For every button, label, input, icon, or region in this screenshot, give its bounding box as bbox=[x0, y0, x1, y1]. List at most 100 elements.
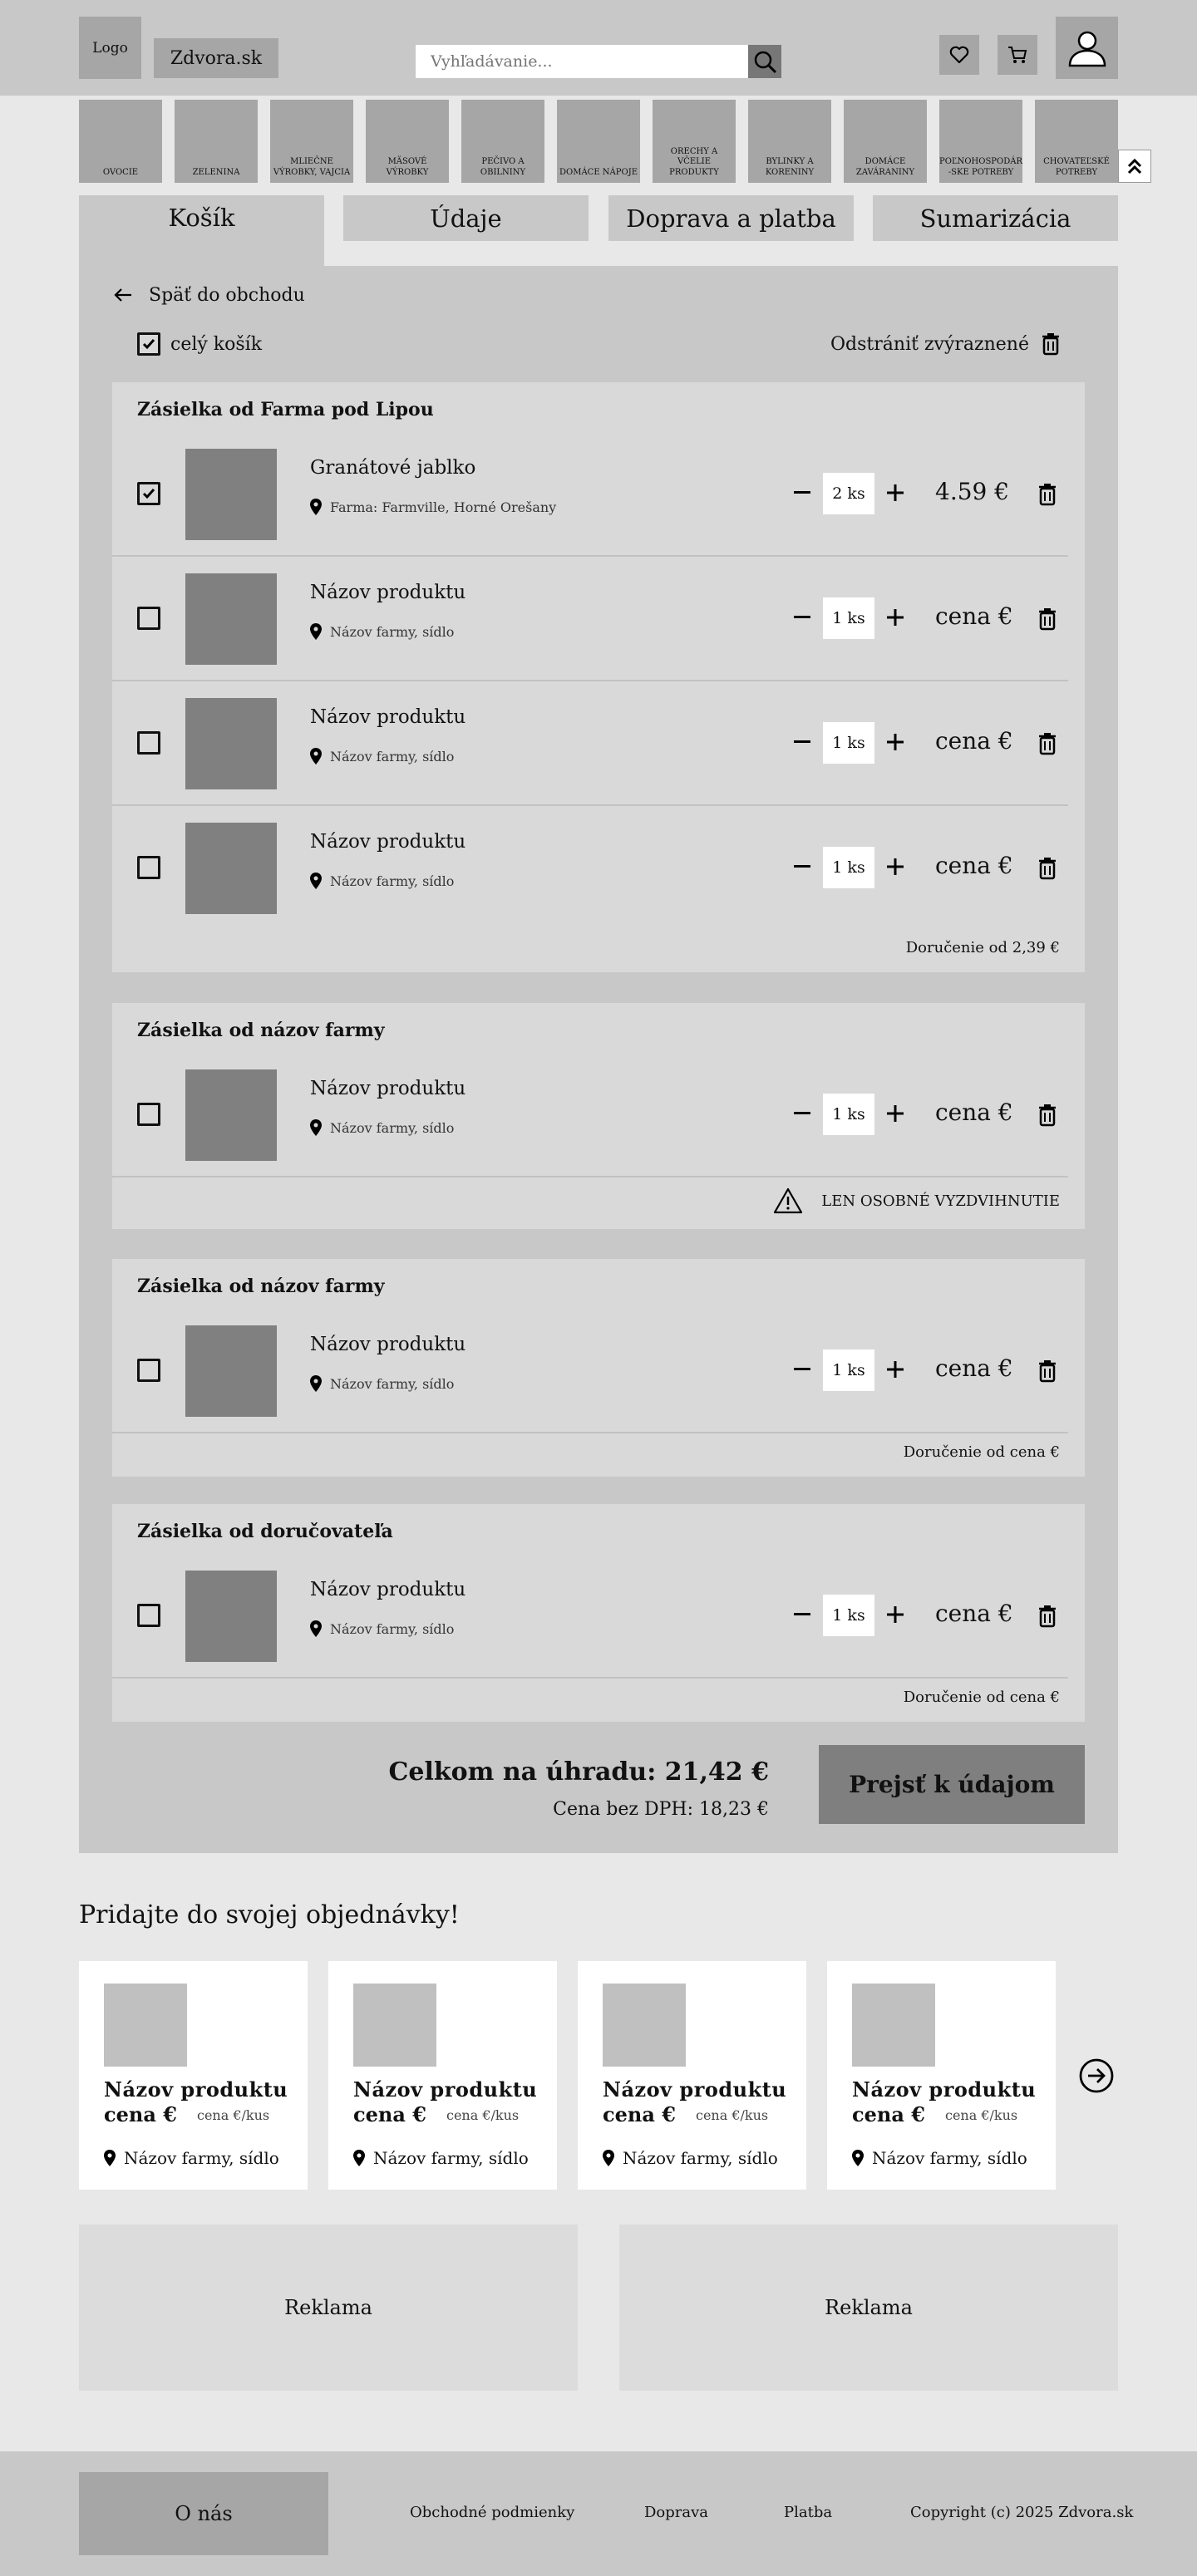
item-checkbox[interactable] bbox=[137, 856, 160, 879]
quantity-field[interactable]: 1 ks bbox=[823, 597, 874, 639]
tab-doprava-platba[interactable]: Doprava a platba bbox=[608, 195, 854, 241]
product-image[interactable] bbox=[852, 1984, 935, 2067]
item-checkbox[interactable] bbox=[137, 1359, 160, 1382]
product-image[interactable] bbox=[185, 698, 277, 789]
product-name[interactable]: Názov produktu bbox=[310, 706, 466, 728]
quantity-increase-button[interactable] bbox=[883, 730, 908, 755]
product-image[interactable] bbox=[353, 1984, 436, 2067]
quantity-field[interactable]: 1 ks bbox=[823, 1349, 874, 1391]
shipment-group: Zásielka od doručovateľa Názov produktu … bbox=[112, 1504, 1085, 1722]
product-name[interactable]: Názov produktu bbox=[353, 2077, 537, 2102]
logo[interactable]: Logo bbox=[79, 17, 141, 79]
category-item[interactable]: ORECHY A VČELIE PRODUKTY bbox=[653, 100, 736, 183]
quantity-increase-button[interactable] bbox=[883, 854, 908, 879]
quantity-decrease-button[interactable] bbox=[790, 854, 815, 879]
remove-selected-button[interactable]: Odstrániť zvýraznené bbox=[830, 332, 1060, 356]
product-farm: Názov farmy, sídlo bbox=[852, 2148, 1027, 2168]
about-us-link[interactable]: O nás bbox=[79, 2472, 328, 2555]
product-image[interactable] bbox=[104, 1984, 187, 2067]
tab-sumarizacia[interactable]: Sumarizácia bbox=[873, 195, 1118, 241]
quantity-field[interactable]: 1 ks bbox=[823, 1094, 874, 1135]
quantity-field[interactable]: 2 ks bbox=[823, 473, 874, 514]
category-item[interactable]: DOMÁCE NÁPOJE bbox=[557, 100, 640, 183]
quantity-decrease-button[interactable] bbox=[790, 480, 815, 505]
remove-item-button[interactable] bbox=[1033, 1602, 1062, 1630]
quantity-field[interactable]: 1 ks bbox=[823, 847, 874, 888]
quantity-increase-button[interactable] bbox=[883, 605, 908, 630]
remove-item-button[interactable] bbox=[1033, 854, 1062, 882]
upsell-product-card[interactable]: Názov produktu cena € cena €/kus Názov f… bbox=[578, 1961, 806, 2190]
quantity-decrease-button[interactable] bbox=[790, 730, 815, 755]
product-image[interactable] bbox=[185, 1571, 277, 1662]
site-name-link[interactable]: Zdvora.sk bbox=[154, 38, 278, 78]
quantity-field[interactable]: 1 ks bbox=[823, 1595, 874, 1636]
item-checkbox[interactable] bbox=[137, 607, 160, 630]
category-item[interactable]: MLIEČNE VÝROBKY, VAJCIA bbox=[270, 100, 353, 183]
category-item[interactable]: POĽNOHOSPODÁR -SKE POTREBY bbox=[939, 100, 1022, 183]
remove-item-button[interactable] bbox=[1033, 730, 1062, 758]
remove-item-button[interactable] bbox=[1033, 480, 1062, 509]
payment-link[interactable]: Platba bbox=[784, 2504, 832, 2521]
select-all-checkbox[interactable] bbox=[137, 332, 160, 356]
search-input[interactable] bbox=[416, 45, 748, 78]
category-item[interactable]: CHOVATEĽSKÉ POTREBY bbox=[1035, 100, 1118, 183]
quantity-decrease-button[interactable] bbox=[790, 605, 815, 630]
upsell-next-button[interactable] bbox=[1077, 2057, 1116, 2095]
category-item[interactable]: OVOCIE bbox=[79, 100, 162, 183]
product-name[interactable]: Granátové jablko bbox=[310, 457, 475, 479]
product-name[interactable]: Názov produktu bbox=[310, 831, 466, 853]
shipping-link[interactable]: Doprava bbox=[644, 2504, 708, 2521]
remove-item-button[interactable] bbox=[1033, 605, 1062, 633]
category-item[interactable]: MÄSOVÉ VÝROBKY bbox=[366, 100, 449, 183]
item-checkbox[interactable] bbox=[137, 482, 160, 505]
item-checkbox[interactable] bbox=[137, 1604, 160, 1627]
category-item[interactable]: PEČIVO A OBILNINY bbox=[461, 100, 544, 183]
product-image[interactable] bbox=[185, 1325, 277, 1417]
quantity-increase-button[interactable] bbox=[883, 1602, 908, 1627]
category-collapse-button[interactable] bbox=[1118, 150, 1151, 183]
quantity-decrease-button[interactable] bbox=[790, 1602, 815, 1627]
product-name[interactable]: Názov produktu bbox=[310, 1579, 466, 1600]
product-image[interactable] bbox=[185, 823, 277, 914]
remove-item-button[interactable] bbox=[1033, 1101, 1062, 1129]
product-image[interactable] bbox=[185, 1069, 277, 1161]
wishlist-button[interactable] bbox=[939, 35, 979, 75]
quantity-increase-button[interactable] bbox=[883, 1357, 908, 1382]
category-item[interactable]: DOMÁCE ZAVÁRANINY bbox=[844, 100, 927, 183]
quantity-increase-button[interactable] bbox=[883, 480, 908, 505]
arrow-right-circle-icon bbox=[1079, 2058, 1114, 2093]
quantity-increase-button[interactable] bbox=[883, 1101, 908, 1126]
item-checkbox[interactable] bbox=[137, 1103, 160, 1126]
tab-udaje[interactable]: Údaje bbox=[343, 195, 589, 241]
select-all[interactable]: celý košík bbox=[137, 332, 262, 356]
product-image[interactable] bbox=[185, 573, 277, 665]
product-image[interactable] bbox=[185, 449, 277, 540]
quantity-field[interactable]: 1 ks bbox=[823, 722, 874, 764]
remove-item-button[interactable] bbox=[1033, 1357, 1062, 1385]
upsell-product-card[interactable]: Názov produktu cena € cena €/kus Názov f… bbox=[827, 1961, 1056, 2190]
back-to-shop-link[interactable]: Späť do obchodu bbox=[114, 283, 305, 307]
continue-to-details-button[interactable]: Prejsť k údajom bbox=[819, 1745, 1085, 1824]
item-checkbox[interactable] bbox=[137, 731, 160, 755]
product-name[interactable]: Názov produktu bbox=[603, 2077, 786, 2102]
cart-button[interactable] bbox=[998, 35, 1037, 75]
product-name[interactable]: Názov produktu bbox=[310, 1078, 466, 1099]
category-item[interactable]: ZELENINA bbox=[175, 100, 258, 183]
quantity-decrease-button[interactable] bbox=[790, 1101, 815, 1126]
tab-kosik[interactable]: Košík bbox=[79, 195, 324, 266]
search-button[interactable] bbox=[748, 45, 781, 78]
terms-link[interactable]: Obchodné podmienky bbox=[410, 2504, 574, 2521]
ad-banner[interactable]: Reklama bbox=[79, 2225, 578, 2391]
upsell-product-card[interactable]: Názov produktu cena € cena €/kus Názov f… bbox=[79, 1961, 308, 2190]
product-name[interactable]: Názov produktu bbox=[310, 1334, 466, 1355]
product-name[interactable]: Názov produktu bbox=[104, 2077, 288, 2102]
account-button[interactable] bbox=[1056, 17, 1118, 79]
quantity-decrease-button[interactable] bbox=[790, 1357, 815, 1382]
ad-banner[interactable]: Reklama bbox=[619, 2225, 1118, 2391]
upsell-product-card[interactable]: Názov produktu cena € cena €/kus Názov f… bbox=[328, 1961, 557, 2190]
product-name[interactable]: Názov produktu bbox=[310, 582, 466, 603]
product-name[interactable]: Názov produktu bbox=[852, 2077, 1036, 2102]
category-item[interactable]: BYLINKY A KORENINY bbox=[748, 100, 831, 183]
product-image[interactable] bbox=[603, 1984, 686, 2067]
category-label: PRODUKTY bbox=[669, 167, 719, 177]
